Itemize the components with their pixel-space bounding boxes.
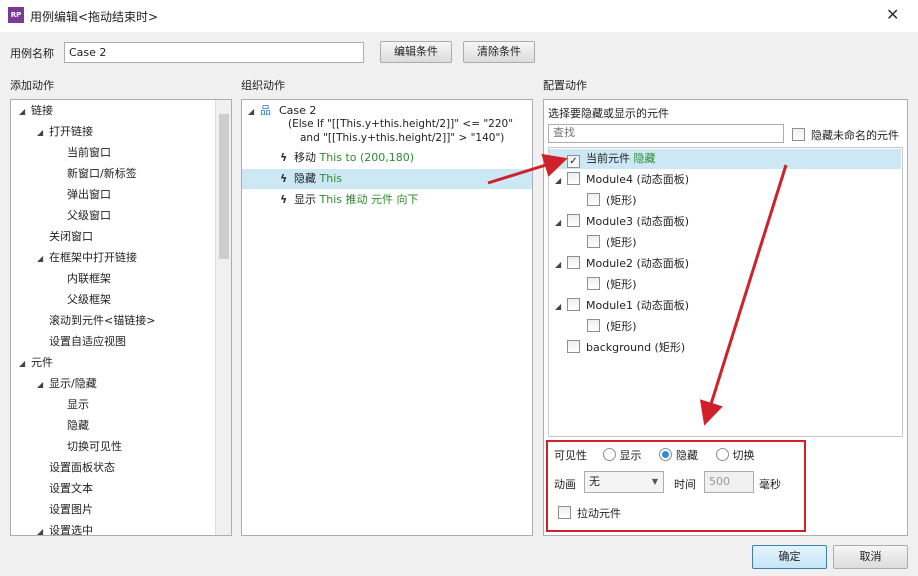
- ok-button[interactable]: 确定: [752, 545, 827, 569]
- annotation-arrows: [487, 153, 788, 426]
- arrow-to-current-widget: [487, 153, 568, 185]
- cancel-button[interactable]: 取消: [833, 545, 908, 569]
- arrow-to-visibility-box: [699, 164, 788, 426]
